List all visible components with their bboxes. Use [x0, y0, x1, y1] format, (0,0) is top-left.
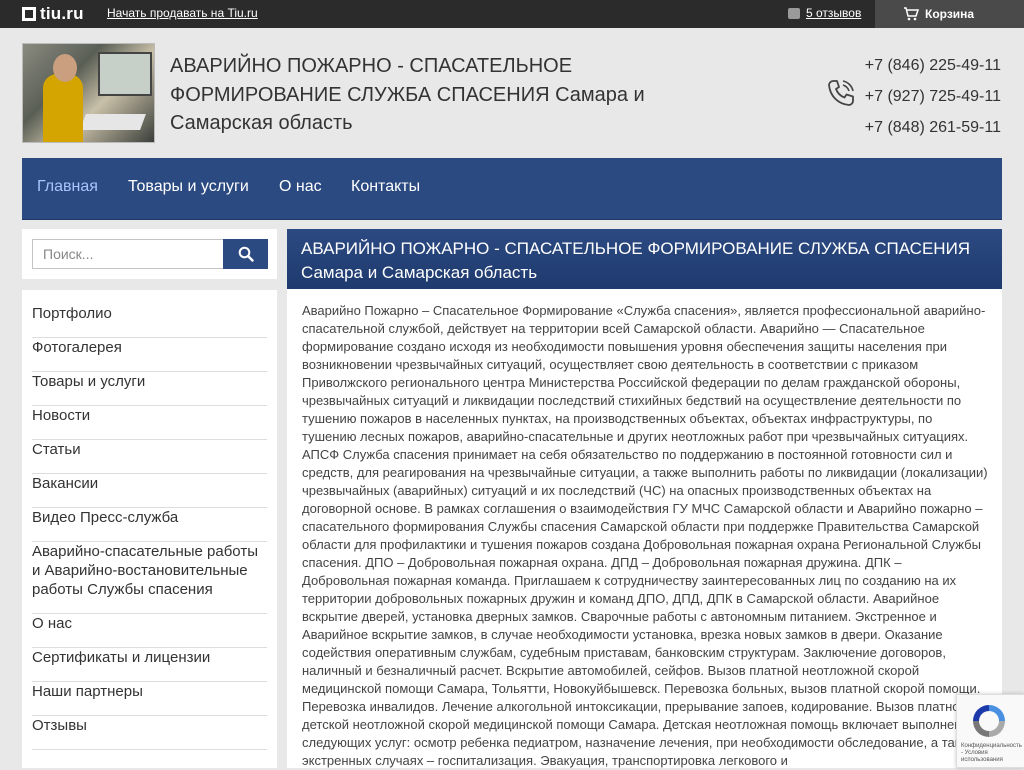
sidebar-item-photogallery[interactable]: Фотогалерея — [32, 338, 267, 372]
nav-item-home[interactable]: Главная — [37, 178, 98, 196]
sidebar-item-reviews[interactable]: Отзывы — [32, 716, 267, 750]
reviews-link[interactable]: 5 отзывов — [788, 6, 861, 20]
sidebar-item-portfolio[interactable]: Портфолио — [32, 304, 267, 338]
main-content: АВАРИЙНО ПОЖАРНО - СПАСАТЕЛЬНОЕ ФОРМИРОВ… — [287, 229, 1002, 768]
phone-number[interactable]: +7 (846) 225-49-11 — [865, 50, 1001, 81]
cart-button[interactable]: Корзина — [875, 0, 1024, 28]
nav-item-about[interactable]: О нас — [279, 178, 322, 196]
sidebar-item-video-press[interactable]: Видео Пресс-служба — [32, 508, 267, 542]
header-photo — [22, 43, 155, 143]
phone-number[interactable]: +7 (848) 261-59-11 — [865, 112, 1001, 143]
speech-bubble-icon — [788, 7, 800, 19]
search-input[interactable] — [32, 239, 223, 269]
sidebar-item-products[interactable]: Товары и услуги — [32, 372, 267, 406]
tiu-logo-text: tiu.ru — [40, 4, 84, 23]
top-bar: tiu.ru Начать продавать на Tiu.ru 5 отзы… — [0, 0, 1024, 28]
phone-number[interactable]: +7 (927) 725-49-11 — [865, 81, 1001, 112]
sidebar-menu: Портфолио Фотогалерея Товары и услуги Но… — [22, 290, 277, 768]
site-title: АВАРИЙНО ПОЖАРНО - СПАСАТЕЛЬНОЕ ФОРМИРОВ… — [170, 55, 645, 134]
sidebar-item-articles[interactable]: Статьи — [32, 440, 267, 474]
recaptcha-icon — [973, 705, 1005, 737]
search-button[interactable] — [223, 239, 268, 269]
sidebar-item-rescue-works[interactable]: Аварийно-спасательные работы и Аварийно-… — [32, 542, 267, 614]
cart-label: Корзина — [925, 7, 975, 21]
search-panel — [22, 229, 277, 279]
tiu-logo[interactable]: tiu.ru — [22, 4, 84, 24]
phone-list: +7 (846) 225-49-11 +7 (927) 725-49-11 +7… — [865, 50, 1001, 143]
nav-item-contacts[interactable]: Контакты — [351, 178, 420, 196]
sidebar-item-about[interactable]: О нас — [32, 614, 267, 648]
search-icon — [238, 246, 254, 262]
reviews-count: 5 отзывов — [806, 6, 862, 20]
cart-icon — [904, 7, 919, 21]
tiu-logo-square-icon — [22, 7, 36, 21]
page-title: АВАРИЙНО ПОЖАРНО - СПАСАТЕЛЬНОЕ ФОРМИРОВ… — [287, 229, 1002, 289]
start-selling-link[interactable]: Начать продавать на Tiu.ru — [107, 6, 258, 20]
page-body-text: Аварийно Пожарно – Спасательное Формиров… — [302, 303, 988, 768]
sidebar-item-certificates[interactable]: Сертификаты и лицензии — [32, 648, 267, 682]
recaptcha-terms[interactable]: Конфиденциальность - Условия использован… — [961, 743, 1024, 764]
main-nav: Главная Товары и услуги О нас Контакты — [22, 158, 1002, 220]
nav-item-products[interactable]: Товары и услуги — [128, 178, 249, 196]
sidebar-item-news[interactable]: Новости — [32, 406, 267, 440]
sidebar-item-partners[interactable]: Наши партнеры — [32, 682, 267, 716]
recaptcha-badge[interactable]: Конфиденциальность - Условия использован… — [956, 694, 1024, 768]
sidebar-item-vacancies[interactable]: Вакансии — [32, 474, 267, 508]
phone-icon — [828, 80, 854, 106]
